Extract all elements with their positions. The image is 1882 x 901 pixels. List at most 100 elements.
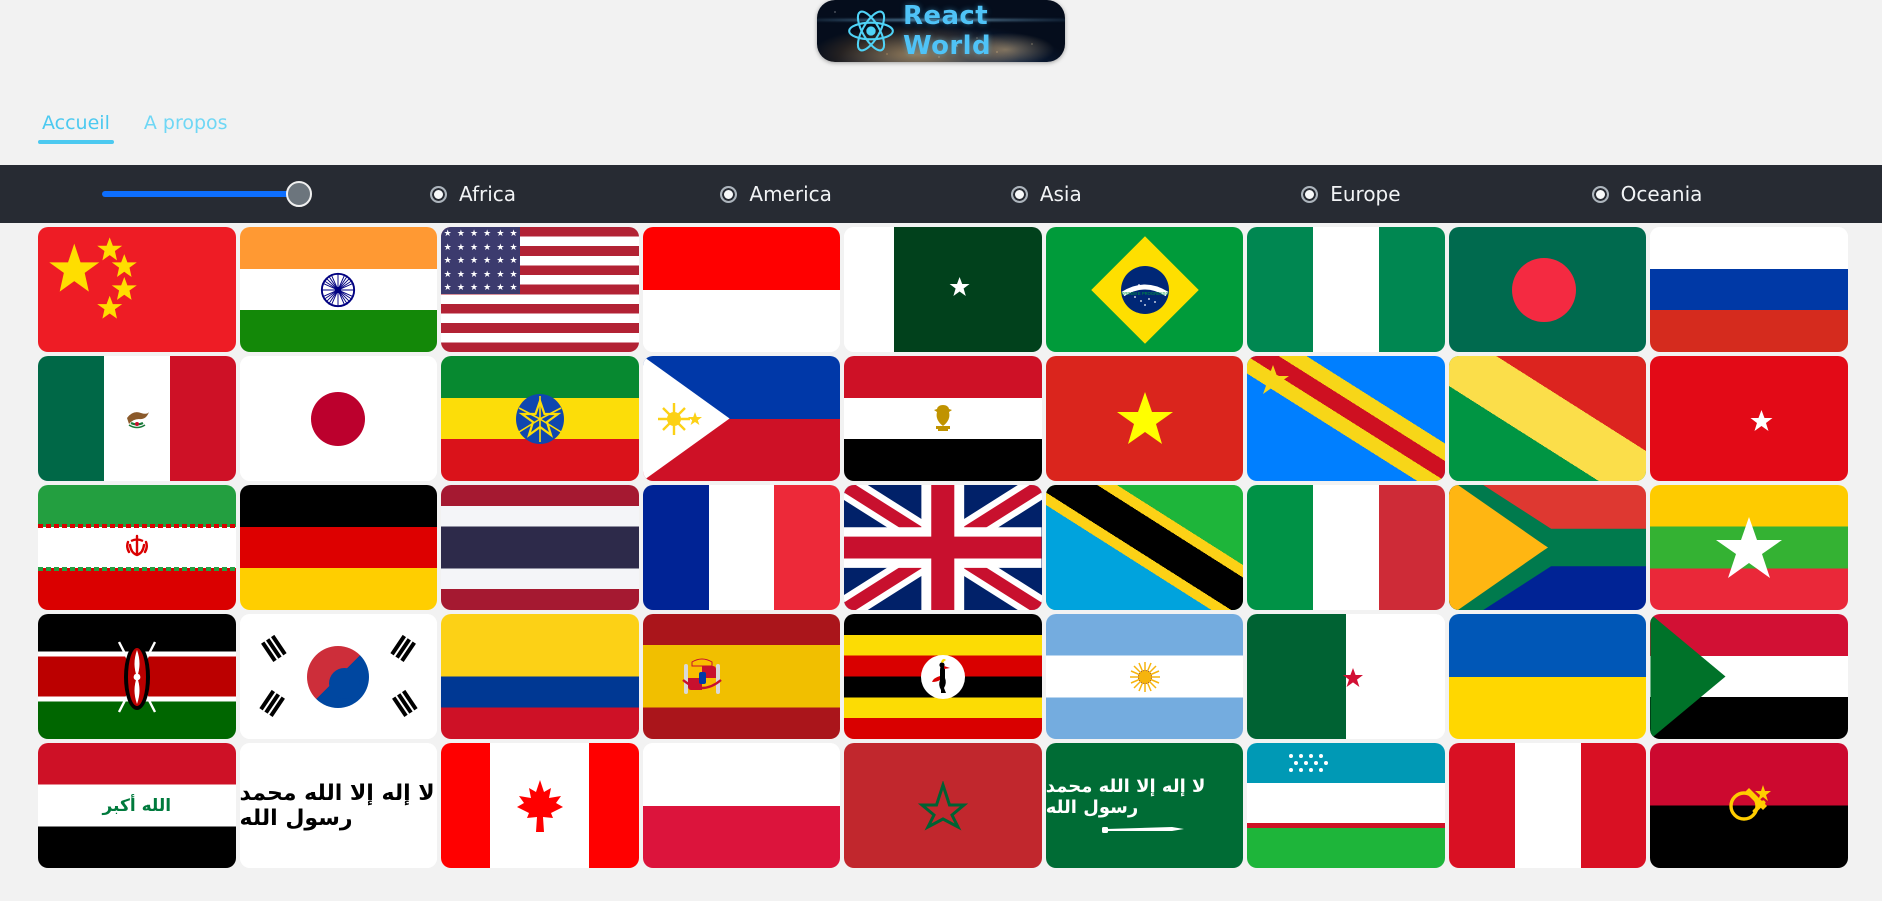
- flag-card-dr-congo[interactable]: [1247, 356, 1445, 481]
- flag-card-poland[interactable]: [642, 743, 841, 868]
- flag-card-italy[interactable]: [1247, 485, 1445, 610]
- flag-card-congo[interactable]: [1448, 356, 1647, 481]
- flag-card-ethiopia[interactable]: [441, 356, 639, 481]
- count-slider[interactable]: [102, 181, 312, 207]
- iraq-takbir-text: الله أكبر: [102, 795, 172, 816]
- flag-card-peru[interactable]: [1448, 743, 1647, 868]
- radio-dot-icon[interactable]: [720, 185, 738, 203]
- radio-dot-icon[interactable]: [1301, 185, 1319, 203]
- flag-card-india[interactable]: [239, 227, 438, 352]
- radio-asia[interactable]: Asia: [1010, 182, 1301, 206]
- radio-label-america: America: [749, 182, 832, 206]
- brazil-banner-icon: ORDEM E PROGRESSO: [1121, 283, 1169, 306]
- egypt-eagle-icon: [933, 404, 952, 431]
- china-stars-icon: [49, 237, 137, 319]
- count-slider-thumb[interactable]: [286, 181, 312, 207]
- flag-card-vietnam[interactable]: [1045, 356, 1244, 481]
- trigram-gam-icon: [390, 634, 417, 663]
- flag-card-thailand[interactable]: [441, 485, 639, 610]
- japan-sun-disc: [311, 391, 366, 446]
- flag-card-brazil[interactable]: ORDEM E PROGRESSO: [1045, 227, 1244, 352]
- radio-oceania[interactable]: Oceania: [1591, 182, 1882, 206]
- maple-leaf-icon: [516, 779, 563, 832]
- mexico-eagle-icon: [126, 411, 149, 428]
- flag-card-nigeria[interactable]: [1247, 227, 1445, 352]
- flag-card-philippines[interactable]: [642, 356, 841, 481]
- flag-card-algeria[interactable]: [1247, 614, 1445, 739]
- flag-card-bangladesh[interactable]: [1448, 227, 1647, 352]
- saudi-sword-icon: [1101, 826, 1184, 833]
- flag-card-iraq[interactable]: الله أكبر: [38, 743, 236, 868]
- flag-card-united-states[interactable]: ★ ★ ★ ★ ★ ★ ★ ★ ★ ★ ★ ★ ★ ★ ★ ★ ★ ★ ★ ★ ★ ★ ★ ★ ★ ★ ★ ★ ★ ★: [441, 227, 639, 352]
- flag-card-turkey[interactable]: [1650, 356, 1848, 481]
- radio-africa[interactable]: Africa: [430, 182, 720, 206]
- vietnam-star-icon: [1116, 391, 1173, 444]
- spain-coat-of-arms-icon: [682, 658, 722, 694]
- trigram-ri-icon: [258, 689, 286, 718]
- flag-card-south-korea[interactable]: [239, 614, 438, 739]
- flag-card-kenya[interactable]: [38, 614, 236, 739]
- radio-dot-icon[interactable]: [430, 185, 447, 203]
- iran-emblem-icon: [125, 534, 148, 556]
- ashoka-chakra-icon: [321, 272, 356, 307]
- filter-toolbar: Africa America Asia Europe Oceania: [0, 165, 1882, 223]
- south-africa-flag-icon: [1448, 485, 1647, 610]
- flag-card-afghanistan[interactable]: لا إله إلا الله محمد رسول الله: [239, 743, 438, 868]
- flag-card-colombia[interactable]: [441, 614, 639, 739]
- crescent-star-icon: [927, 264, 970, 315]
- flag-card-sudan[interactable]: [1650, 614, 1848, 739]
- flag-card-argentina[interactable]: [1045, 614, 1244, 739]
- taeguk-icon: [307, 645, 370, 708]
- myanmar-star-icon: [1716, 516, 1783, 578]
- radio-dot-icon[interactable]: [1591, 185, 1609, 203]
- trigram-geon-icon: [259, 634, 287, 663]
- flag-card-iran[interactable]: [38, 485, 236, 610]
- flag-card-germany[interactable]: [239, 485, 438, 610]
- flag-card-south-africa[interactable]: [1448, 485, 1647, 610]
- flag-card-saudi-arabia[interactable]: لا إله إلا الله محمد رسول الله: [1045, 743, 1244, 868]
- angola-emblem-icon: [1729, 784, 1772, 821]
- radio-label-africa: Africa: [459, 182, 517, 206]
- saudi-shahada-text: لا إله إلا الله محمد رسول الله: [1045, 775, 1206, 818]
- turkey-crescent-star-icon: [1720, 395, 1773, 442]
- radio-europe[interactable]: Europe: [1301, 182, 1591, 206]
- afghanistan-shahada-text: لا إله إلا الله محمد رسول الله: [239, 780, 435, 831]
- morocco-pentagram-icon: [917, 780, 968, 831]
- radio-label-oceania: Oceania: [1620, 182, 1703, 206]
- flag-card-japan[interactable]: [239, 356, 438, 481]
- flag-card-canada[interactable]: [441, 743, 639, 868]
- radio-dot-icon[interactable]: [1010, 185, 1028, 203]
- app-header: React World: [0, 0, 1882, 72]
- slider-container: [0, 181, 430, 207]
- svg-text:ORDEM E PROGRESSO: ORDEM E PROGRESSO: [1121, 291, 1169, 296]
- react-atom-icon: [848, 10, 894, 52]
- uganda-crane-icon: [920, 654, 965, 699]
- continent-radio-group: Africa America Asia Europe Oceania: [430, 182, 1882, 206]
- flag-card-egypt[interactable]: [844, 356, 1042, 481]
- flag-card-mexico[interactable]: [38, 356, 236, 481]
- flag-card-tanzania[interactable]: [1045, 485, 1244, 610]
- flag-card-myanmar[interactable]: [1650, 485, 1848, 610]
- philippines-star-icon: [687, 411, 702, 425]
- flag-card-morocco[interactable]: [844, 743, 1042, 868]
- flag-grid: ★ ★ ★ ★ ★ ★ ★ ★ ★ ★ ★ ★ ★ ★ ★ ★ ★ ★ ★ ★ ★ ★ ★ ★ ★ ★ ★ ★ ★ ★ ORD: [0, 223, 1882, 868]
- flag-card-france[interactable]: [642, 485, 841, 610]
- app-logo-banner[interactable]: React World: [817, 0, 1065, 62]
- nav-tab-accueil[interactable]: Accueil: [38, 112, 114, 144]
- flag-card-united-kingdom[interactable]: [844, 485, 1042, 610]
- flag-card-angola[interactable]: [1650, 743, 1848, 868]
- flag-card-indonesia[interactable]: [642, 227, 841, 352]
- congo-star-icon: [1257, 365, 1290, 394]
- flag-card-russia[interactable]: [1650, 227, 1848, 352]
- flag-card-uganda[interactable]: [844, 614, 1042, 739]
- sun-of-may-icon: [1129, 661, 1160, 692]
- radio-america[interactable]: America: [720, 182, 1010, 206]
- flag-card-uzbekistan[interactable]: [1247, 743, 1445, 868]
- radio-label-europe: Europe: [1330, 182, 1401, 206]
- flag-card-china[interactable]: [38, 227, 236, 352]
- flag-card-spain[interactable]: [642, 614, 841, 739]
- nav-tab-a-propos[interactable]: A propos: [140, 112, 232, 144]
- flag-card-ukraine[interactable]: [1448, 614, 1647, 739]
- flag-card-pakistan[interactable]: [844, 227, 1042, 352]
- ethiopia-star-icon: [515, 393, 564, 444]
